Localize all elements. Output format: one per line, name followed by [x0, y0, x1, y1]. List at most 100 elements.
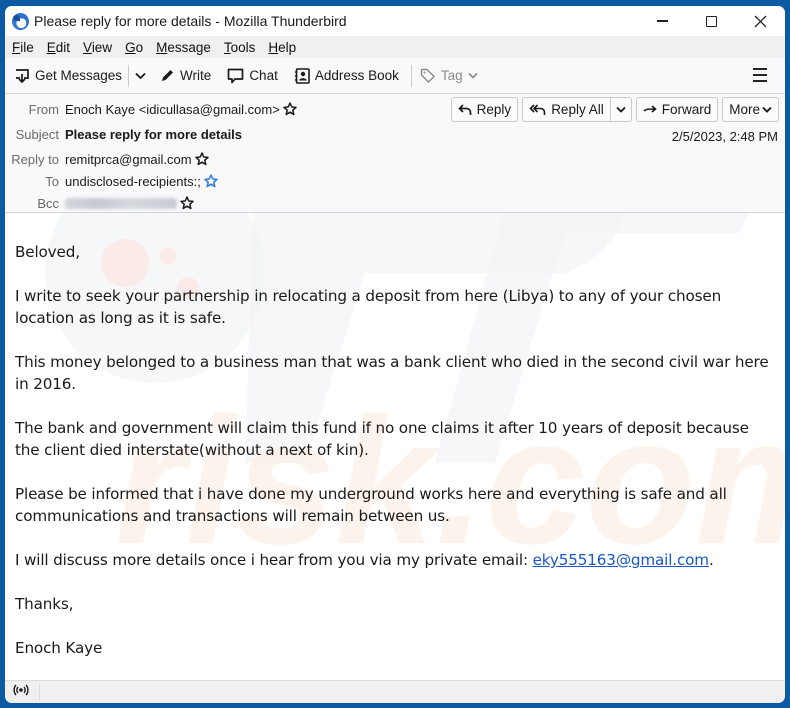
reply-arrow-icon [457, 103, 472, 116]
chevron-down-icon [762, 106, 772, 113]
reply-label: Reply [476, 102, 512, 117]
message-contact-paragraph: I will discuss more details once i hear … [15, 549, 775, 571]
maximize-icon [706, 15, 717, 27]
minimize-icon [657, 20, 668, 22]
bcc-label: Bcc [37, 195, 59, 211]
app-menu-button[interactable] [753, 68, 767, 82]
menu-label: dit [55, 39, 71, 55]
reply-all-button[interactable]: Reply All [522, 97, 611, 122]
message-closing: Thanks, [15, 595, 74, 613]
hamburger-line [753, 80, 767, 82]
menu-accel: F [12, 39, 21, 55]
menu-help[interactable]: Help [268, 40, 296, 55]
to-value[interactable]: undisclosed-recipients:; [65, 174, 201, 189]
menu-label: iew [91, 39, 113, 55]
window-title: Please reply for more details - Mozilla … [34, 13, 347, 29]
message-body: risk.com Beloved, I write to seek your p… [5, 213, 785, 680]
chat-bubble-icon [227, 68, 244, 84]
menu-file[interactable]: File [12, 40, 34, 55]
download-inbox-icon [14, 68, 30, 84]
chevron-down-icon [468, 72, 478, 79]
reply-button[interactable]: Reply [450, 97, 519, 122]
message-paragraph: This money belonged to a business man th… [15, 353, 769, 393]
menu-label: ools [230, 39, 256, 55]
bcc-value-redacted [65, 197, 177, 209]
online-status-icon[interactable] [13, 683, 29, 701]
forward-arrow-icon [643, 104, 657, 115]
more-label: More [729, 102, 760, 117]
menu-go[interactable]: Go [125, 40, 143, 55]
star-icon[interactable] [283, 102, 297, 116]
header-subject-row: Subject Please reply for more details [5, 124, 242, 144]
reply-to-value[interactable]: remitprca@gmail.com [65, 152, 192, 167]
from-value[interactable]: Enoch Kaye <idicullasa@gmail.com> [65, 102, 280, 117]
tag-icon [420, 68, 436, 83]
write-label: Write [180, 68, 212, 83]
tag-button[interactable]: Tag [420, 68, 478, 83]
contact-email-link[interactable]: eky555163@gmail.com [533, 551, 710, 569]
message-paragraph: I write to seek your partnership in relo… [15, 287, 722, 327]
window-controls [638, 6, 785, 36]
get-messages-button[interactable]: Get Messages [14, 68, 122, 84]
tag-label: Tag [440, 68, 463, 83]
menu-bar: File Edit View Go Message Tools Help [5, 36, 785, 58]
chevron-down-icon [135, 72, 146, 79]
menu-message[interactable]: Message [156, 40, 211, 55]
menu-label: elp [278, 39, 297, 55]
address-book-label: Address Book [314, 68, 399, 83]
menu-accel: G [125, 39, 136, 55]
menu-accel: H [268, 39, 279, 55]
close-icon [754, 15, 767, 27]
pencil-icon [160, 68, 175, 83]
menu-accel: T [223, 39, 231, 55]
subject-value: Please reply for more details [65, 126, 243, 142]
menu-edit[interactable]: Edit [47, 40, 70, 55]
toolbar-separator [128, 64, 130, 87]
message-signature: Enoch Kaye [15, 639, 103, 657]
menu-accel: M [156, 39, 168, 55]
more-button[interactable]: More [722, 97, 779, 122]
header-bcc-row: Bcc [5, 193, 194, 213]
get-messages-label: Get Messages [35, 68, 123, 83]
header-to-row: To undisclosed-recipients:; [5, 171, 218, 191]
chevron-down-icon [616, 106, 626, 113]
address-book-button[interactable]: Address Book [294, 67, 399, 84]
subject-label: Subject [15, 126, 59, 142]
from-label: From [28, 101, 59, 117]
hamburger-line [753, 74, 767, 76]
message-greeting: Beloved, [15, 243, 80, 261]
menu-label: essage [167, 39, 211, 55]
forward-label: Forward [661, 102, 712, 117]
menu-view[interactable]: View [83, 40, 112, 55]
toolbar-separator [410, 64, 412, 87]
contact-text: I will discuss more details once i hear … [15, 551, 533, 569]
message-header: From Enoch Kaye <idicullasa@gmail.com> S… [5, 94, 785, 213]
title-bar: Please reply for more details - Mozilla … [5, 6, 785, 36]
menu-accel: V [83, 39, 92, 55]
close-button[interactable] [736, 6, 785, 36]
contact-suffix: . [708, 551, 714, 569]
thunderbird-logo-icon [12, 12, 29, 30]
menu-tools[interactable]: Tools [224, 40, 256, 55]
reply-to-label: Reply to [11, 151, 59, 167]
star-icon[interactable] [204, 174, 218, 188]
minimize-button[interactable] [638, 6, 687, 36]
menu-label: o [135, 39, 144, 55]
address-book-icon [294, 67, 310, 84]
get-messages-dropdown[interactable] [135, 72, 146, 80]
message-paragraph: Please be informed that i have done my u… [15, 485, 727, 525]
maximize-button[interactable] [687, 6, 736, 36]
menu-label: ile [20, 39, 34, 55]
thunderbird-window: Please reply for more details - Mozilla … [5, 6, 785, 703]
reply-all-arrow-icon [529, 103, 546, 116]
forward-button[interactable]: Forward [635, 97, 719, 122]
chat-label: Chat [249, 68, 278, 83]
star-icon[interactable] [180, 196, 194, 210]
status-bar [5, 680, 785, 703]
reply-all-dropdown[interactable] [610, 97, 632, 122]
chat-button[interactable]: Chat [227, 68, 278, 84]
to-label: To [45, 173, 59, 189]
reply-all-label: Reply All [551, 102, 604, 117]
write-button[interactable]: Write [160, 68, 211, 83]
star-icon[interactable] [194, 152, 209, 166]
